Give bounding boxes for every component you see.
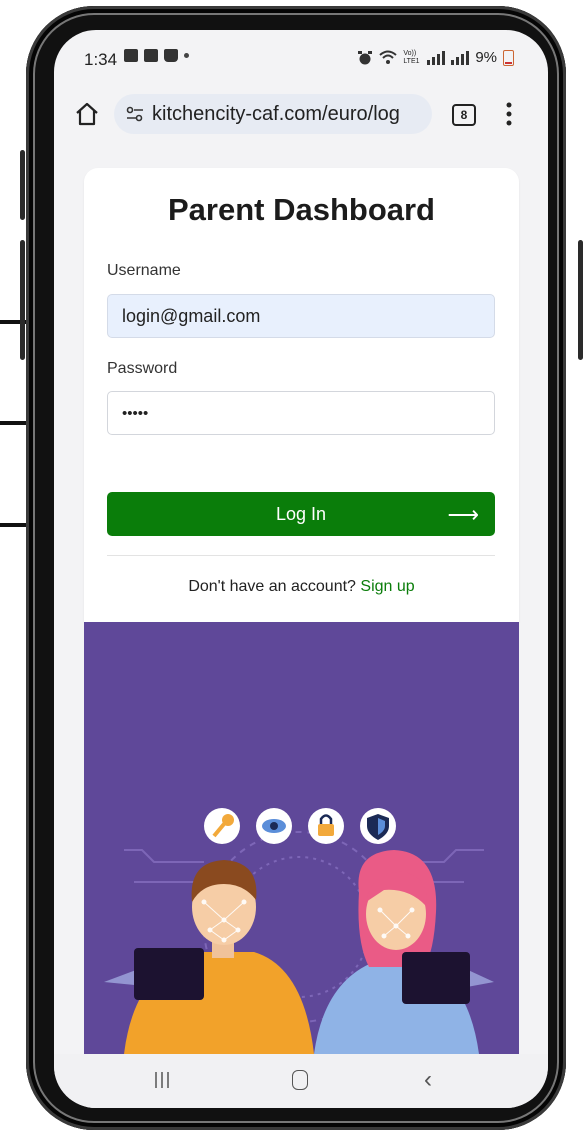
login-card: Parent Dashboard Username login@gmail.co…: [84, 168, 519, 622]
signup-link[interactable]: Sign up: [360, 578, 414, 595]
volte-badge: Vo)) LTE1: [403, 49, 420, 65]
password-input[interactable]: •••••: [107, 391, 495, 435]
face-recognition-illustration: [84, 622, 519, 1054]
address-bar[interactable]: kitchencity-caf.com/euro/log: [114, 94, 432, 134]
recents-icon[interactable]: [152, 1072, 172, 1088]
username-input[interactable]: login@gmail.com: [107, 294, 495, 338]
home-icon[interactable]: [74, 102, 100, 126]
url-text[interactable]: kitchencity-caf.com/euro/log: [152, 103, 400, 126]
alarm-icon: [358, 50, 373, 64]
more-notifications-icon: [184, 53, 189, 58]
page-title: Parent Dashboard: [167, 192, 435, 227]
tab-switcher-icon[interactable]: 8: [452, 104, 476, 126]
signup-prompt: Don't have an account?: [188, 578, 356, 595]
divider: [107, 555, 495, 556]
android-nav-bar: ‹: [54, 1054, 548, 1108]
man-figure: [104, 860, 314, 1054]
password-label: Password: [107, 360, 178, 377]
battery-percent: 9%: [475, 49, 497, 66]
login-button[interactable]: Log In ⟶: [107, 492, 495, 536]
signal-icon-2: [451, 50, 470, 65]
woman-figure: [314, 850, 494, 1054]
signal-icon-1: [427, 50, 446, 65]
back-icon[interactable]: ‹: [424, 1068, 432, 1092]
site-settings-icon[interactable]: [126, 106, 144, 122]
battery-icon: [503, 49, 514, 66]
key-icon: [204, 808, 240, 844]
eye-icon: [256, 808, 292, 844]
volume-button-lower: [20, 240, 25, 360]
notification-icons: [124, 49, 189, 62]
checkbox-icon: [144, 49, 158, 62]
illustration-graphic: [104, 808, 494, 1054]
bag-icon: [164, 49, 178, 62]
shield-icon: [360, 808, 396, 844]
status-time: 1:34: [84, 50, 118, 69]
status-bar: 1:34 Vo)) LTE1 9%: [54, 30, 548, 82]
login-button-label: Log In: [275, 503, 327, 524]
signup-row: Don't have an account? Sign up: [84, 578, 519, 596]
power-button: [578, 240, 583, 360]
gallery-icon: [124, 49, 138, 62]
arrow-right-icon: ⟶: [447, 502, 479, 527]
username-label: Username: [107, 262, 181, 279]
menu-dots-icon[interactable]: [506, 102, 512, 126]
home-nav-icon[interactable]: [292, 1070, 308, 1090]
phone-screen: 1:34 Vo)) LTE1 9% kitchencity-caf.com/eu…: [54, 30, 548, 1108]
status-right: Vo)) LTE1 9%: [357, 49, 514, 66]
wifi-icon: [379, 50, 397, 64]
browser-toolbar: kitchencity-caf.com/euro/log 8: [54, 82, 548, 146]
volume-button: [20, 150, 25, 220]
lock-icon: [308, 808, 344, 844]
